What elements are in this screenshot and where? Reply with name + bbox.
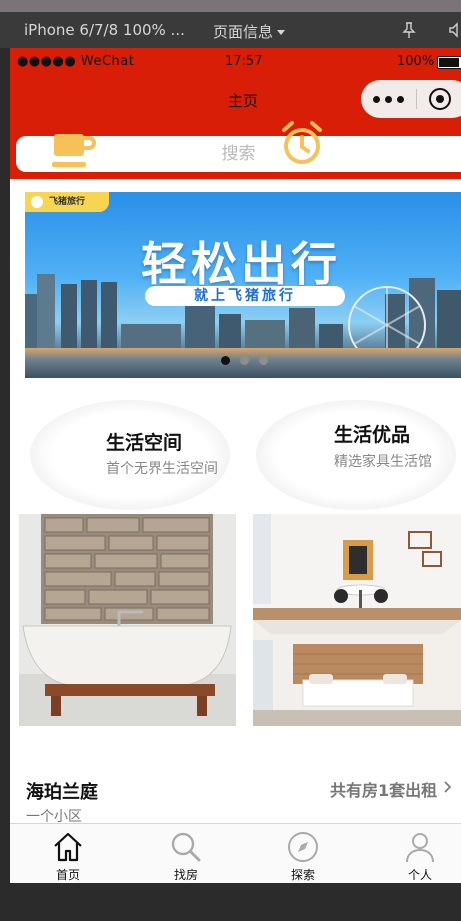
page-title: 主页 (228, 92, 259, 110)
devtools-top-strip (0, 0, 461, 12)
carousel-dot[interactable] (259, 356, 268, 365)
bathtub-photo[interactable] (19, 514, 236, 726)
bedroom-photo[interactable] (253, 620, 461, 726)
device-select[interactable]: iPhone 6/7/8 100% ... (24, 21, 185, 39)
home-icon (54, 832, 82, 862)
category-glow (30, 400, 230, 510)
listing-name[interactable]: 海珀兰庭 (26, 778, 98, 804)
battery-percent: 100% (397, 54, 435, 69)
compass-icon (288, 832, 318, 862)
bathtub-illustration (19, 514, 236, 726)
tab-explore[interactable]: 探索 (263, 824, 343, 883)
bedroom-illustration (253, 620, 461, 726)
category-life-goods[interactable]: 生活优品 精选家具生活馆 (246, 400, 456, 510)
person-icon (406, 833, 434, 863)
battery-icon (437, 56, 461, 69)
devtools-bottom-strip (0, 883, 461, 921)
chevron-right-icon[interactable] (442, 780, 454, 794)
tab-label: 首页 (55, 868, 80, 882)
chevron-down-icon (277, 30, 286, 35)
page-info-dropdown[interactable]: 页面信息 (213, 21, 286, 42)
tab-label: 个人 (407, 868, 432, 882)
carousel-dot[interactable] (240, 356, 249, 365)
banner-subtitle: 就上飞猪旅行 (145, 286, 345, 306)
tab-bar: 首页 找房 探索 个人 (10, 823, 461, 883)
category-title: 生活空间 (106, 432, 183, 454)
search-icon (171, 832, 201, 862)
category-life-space[interactable]: 生活空间 首个无界生活空间 (20, 400, 230, 510)
more-dots-icon[interactable] (373, 96, 407, 104)
phone-screen: ●●●●● WeChat 17:57 100% 主页 搜索 飞猪旅行 轻松出行 … (10, 48, 461, 883)
page-info-label: 页面信息 (213, 23, 274, 41)
dining-room-illustration (253, 514, 461, 620)
pin-icon[interactable] (400, 21, 418, 39)
dining-room-photo[interactable] (253, 514, 461, 620)
tab-label: 找房 (173, 868, 198, 882)
carousel-dots (221, 356, 271, 366)
banner-title: 轻松出行 (141, 237, 341, 291)
status-time: 17:57 (225, 54, 263, 69)
carousel-dot[interactable] (221, 356, 230, 365)
menu-capsule (361, 80, 461, 118)
fliggy-logo-mark (31, 196, 43, 208)
tab-home[interactable]: 首页 (28, 824, 108, 883)
tab-label: 探索 (290, 868, 315, 882)
listing-count-link[interactable]: 共有房1套出租 (330, 777, 437, 801)
alarm-clock-icon (282, 121, 322, 164)
capsule-divider (416, 89, 417, 109)
tab-profile[interactable]: 个人 (380, 824, 460, 883)
category-subtitle: 首个无界生活空间 (106, 461, 218, 477)
tab-find-house[interactable]: 找房 (146, 824, 226, 883)
target-icon[interactable] (429, 88, 451, 110)
category-title: 生活优品 (334, 424, 411, 446)
coffee-cup-icon (52, 134, 96, 167)
carrier-label: ●●●●● WeChat (17, 54, 135, 69)
status-bar: ●●●●● WeChat 17:57 100% (10, 48, 461, 76)
speaker-icon[interactable] (448, 21, 461, 39)
category-subtitle: 精选家具生活馆 (334, 454, 432, 470)
banner-carousel[interactable]: 飞猪旅行 轻松出行 就上飞猪旅行 (25, 192, 461, 378)
devtools-toolbar: iPhone 6/7/8 100% ... 页面信息 (0, 12, 461, 48)
